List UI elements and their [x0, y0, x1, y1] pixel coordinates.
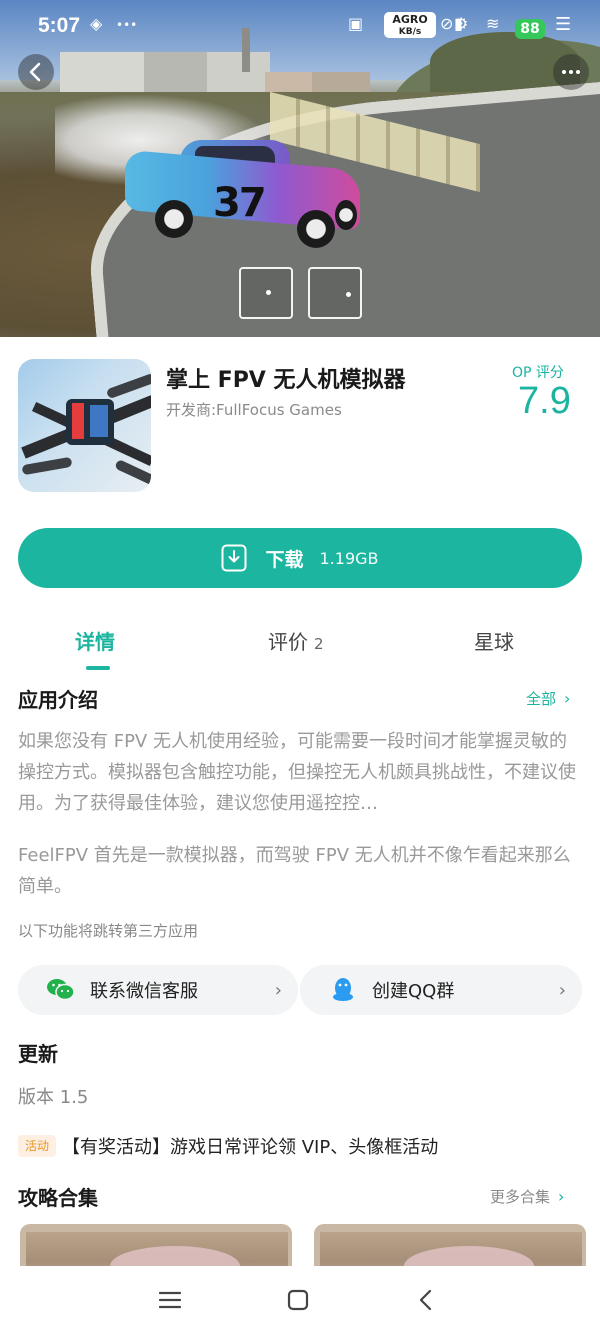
score-label: OP 评分: [512, 365, 564, 381]
race-car: 37: [125, 140, 360, 248]
wechat-service-button[interactable]: 联系微信客服 ›: [18, 965, 298, 1015]
app-icon: [18, 359, 151, 492]
status-bar: 5:07 ◈ ••• ▣ AGRO KB/s ⊘ ▮ ⚙ ≋ 88 ☰: [0, 0, 600, 60]
notification-icon: ▣: [348, 14, 364, 33]
menu-icon: [158, 1291, 182, 1309]
vpn-icon: ◈: [90, 14, 103, 33]
battery-indicator: 88: [515, 19, 545, 39]
download-label: 下载: [265, 548, 304, 571]
car-number: 37: [213, 180, 267, 226]
tab-reviews[interactable]: 评价 2: [268, 626, 324, 655]
guides-more-link[interactable]: 更多合集 ›: [490, 1186, 564, 1207]
intro-all-link[interactable]: 全部 ›: [526, 688, 570, 709]
wifi-icon: ≋: [486, 14, 500, 33]
chevron-right-icon: ›: [558, 1187, 565, 1206]
download-button[interactable]: 下载 1.19GB: [18, 528, 582, 588]
update-title: 更新: [18, 1042, 58, 1066]
app-title: 掌上 FPV 无人机模拟器: [166, 368, 406, 393]
version-text: 版本 1.5: [18, 1087, 89, 1108]
qq-group-button[interactable]: 创建QQ群 ›: [300, 965, 582, 1015]
qq-icon: [328, 977, 358, 1003]
activity-badge: 活动: [18, 1135, 56, 1157]
dots-icon: •••: [116, 18, 138, 32]
system-nav-bar: [0, 1266, 600, 1333]
status-menu-icon: ☰: [555, 14, 572, 35]
system-back-button[interactable]: [408, 1282, 444, 1318]
score-value: 7.9: [518, 380, 571, 422]
status-time: 5:07: [38, 14, 81, 37]
back-icon: [419, 1289, 432, 1311]
chevron-right-icon: ›: [564, 689, 571, 708]
intro-paragraph-1: 如果您没有 FPV 无人机使用经验，可能需要一段时间才能掌握灵敏的操控方式。模拟…: [18, 731, 576, 814]
touch-control-right: [308, 267, 362, 319]
tab-details[interactable]: 详情: [75, 626, 115, 655]
touch-control-left: [239, 267, 293, 319]
download-icon: [221, 544, 247, 572]
guides-title: 攻略合集: [18, 1186, 98, 1210]
tab-planet[interactable]: 星球: [474, 626, 514, 655]
tab-bar: 详情 评价 2 星球: [0, 622, 600, 672]
mute-icon: ⊘: [440, 14, 454, 33]
intro-title: 应用介绍: [18, 688, 98, 712]
home-button[interactable]: [280, 1282, 316, 1318]
tab-indicator: [86, 666, 110, 670]
intro-paragraph-2: FeelFPV 首先是一款模拟器，而驾驶 FPV 无人机并不像乍看起来那么简单。: [18, 845, 571, 897]
settings-icon: ⚙: [454, 14, 469, 33]
download-size: 1.19GB: [319, 548, 379, 568]
review-count: 2: [314, 635, 324, 653]
app-developer[interactable]: 开发商:FullFocus Games: [166, 399, 342, 420]
menu-button[interactable]: [152, 1282, 188, 1318]
chevron-right-icon: ›: [558, 979, 566, 1001]
chevron-right-icon: ›: [274, 979, 282, 1001]
network-speed: AGRO KB/s: [384, 12, 436, 38]
home-icon: [287, 1289, 309, 1311]
activity-link[interactable]: 【有奖活动】游戏日常评论领 VIP、头像框活动: [62, 1133, 438, 1159]
third-party-note: 以下功能将跳转第三方应用: [18, 922, 199, 940]
wechat-icon: [46, 977, 76, 1003]
